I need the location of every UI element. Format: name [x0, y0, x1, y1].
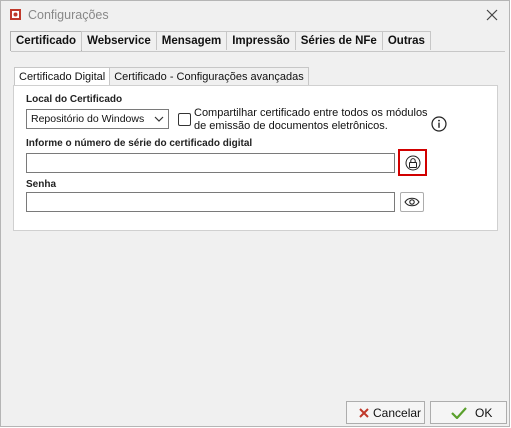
tab-series-nfe[interactable]: Séries de NFe [294, 31, 383, 50]
title-bar: Configurações [1, 1, 509, 29]
info-icon[interactable] [431, 116, 447, 132]
subtab-certificado-digital[interactable]: Certificado Digital [14, 67, 111, 86]
close-button[interactable] [481, 5, 503, 25]
close-icon [486, 9, 498, 21]
sub-tab-bar: Certificado Digital Certificado - Config… [14, 67, 309, 86]
tab-outras[interactable]: Outras [381, 31, 431, 50]
local-certificado-value: Repositório do Windows [31, 113, 145, 125]
chevron-down-icon [154, 116, 164, 122]
share-certificate-label: Compartilhar certificado entre todos os … [194, 107, 428, 132]
tab-mensagem[interactable]: Mensagem [155, 31, 228, 50]
serial-number-label: Informe o número de série do certificado… [26, 138, 253, 149]
show-password-button[interactable] [400, 192, 424, 212]
local-certificado-label: Local do Certificado [26, 94, 123, 105]
cancel-button[interactable]: Cancelar [346, 401, 425, 424]
tab-impressao[interactable]: Impressão [226, 31, 296, 50]
tab-certificado[interactable]: Certificado [10, 31, 83, 51]
ok-label: OK [475, 405, 493, 420]
local-certificado-select[interactable]: Repositório do Windows [26, 109, 169, 129]
subtab-configuracoes-avancadas[interactable]: Certificado - Configurações avançadas [109, 67, 309, 85]
serial-number-input[interactable] [26, 153, 395, 173]
main-tab-bar: Certificado Webservice Mensagem Impressã… [10, 31, 431, 51]
tab-webservice[interactable]: Webservice [81, 31, 157, 50]
gear-document-icon [10, 9, 21, 20]
x-icon [359, 407, 369, 418]
window-title: Configurações [28, 8, 109, 22]
password-label: Senha [26, 179, 57, 190]
password-input[interactable] [26, 192, 395, 212]
ok-button[interactable]: OK [430, 401, 507, 424]
share-certificate-checkbox[interactable] [178, 113, 191, 126]
select-certificate-button[interactable] [398, 149, 427, 176]
cancel-label: Cancelar [373, 405, 422, 420]
lock-icon [405, 155, 420, 170]
check-icon [451, 406, 467, 419]
eye-icon [404, 197, 420, 207]
